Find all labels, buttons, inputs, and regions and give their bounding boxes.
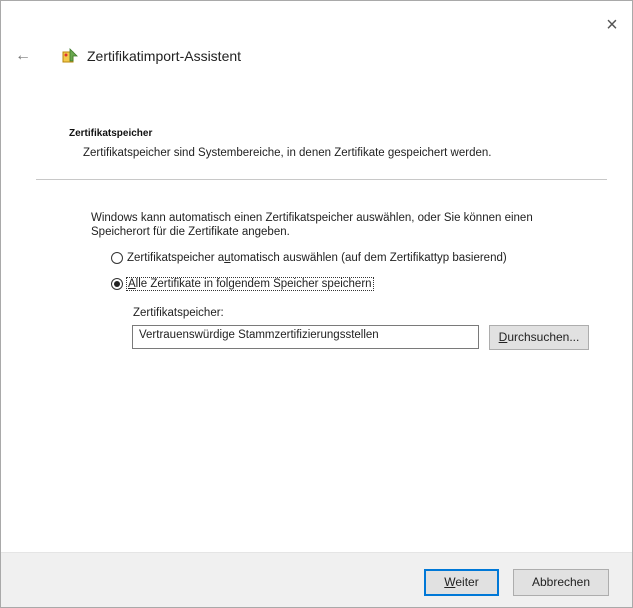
- browse-button[interactable]: Durchsuchen...: [489, 325, 589, 350]
- wizard-header: ← Zertifikatimport-Assistent: [15, 47, 241, 65]
- wizard-title: Zertifikatimport-Assistent: [87, 48, 242, 64]
- store-field-label: Zertifikatspeicher:: [133, 307, 224, 319]
- radio-auto-indicator[interactable]: [111, 252, 123, 264]
- radio-manual-store[interactable]: Alle Zertifikate in folgendem Speicher s…: [111, 277, 374, 291]
- close-icon[interactable]: ×: [602, 15, 622, 35]
- cancel-button[interactable]: Abbrechen: [513, 569, 609, 596]
- footer-bar: Weiter Abbrechen: [1, 552, 632, 607]
- header-divider: [36, 179, 607, 180]
- store-input[interactable]: Vertrauenswürdige Stammzertifizierungsst…: [132, 325, 479, 349]
- section-title: Zertifikatspeicher: [69, 128, 153, 139]
- radio-manual-indicator[interactable]: [111, 278, 123, 290]
- intro-text: Windows kann automatisch einen Zertifika…: [91, 212, 533, 238]
- certificate-wizard-icon: [61, 47, 79, 65]
- certificate-import-wizard-window: × ← Zertifikatimport-Assistent Zertifika…: [0, 0, 633, 608]
- radio-auto-select-store[interactable]: Zertifikatspeicher automatisch auswählen…: [111, 252, 507, 264]
- back-arrow-icon[interactable]: ←: [15, 47, 35, 65]
- radio-manual-label[interactable]: Alle Zertifikate in folgendem Speicher s…: [126, 277, 374, 291]
- section-description: Zertifikatspeicher sind Systembereiche, …: [83, 147, 492, 159]
- radio-auto-label[interactable]: Zertifikatspeicher automatisch auswählen…: [127, 252, 507, 264]
- next-button[interactable]: Weiter: [424, 569, 499, 596]
